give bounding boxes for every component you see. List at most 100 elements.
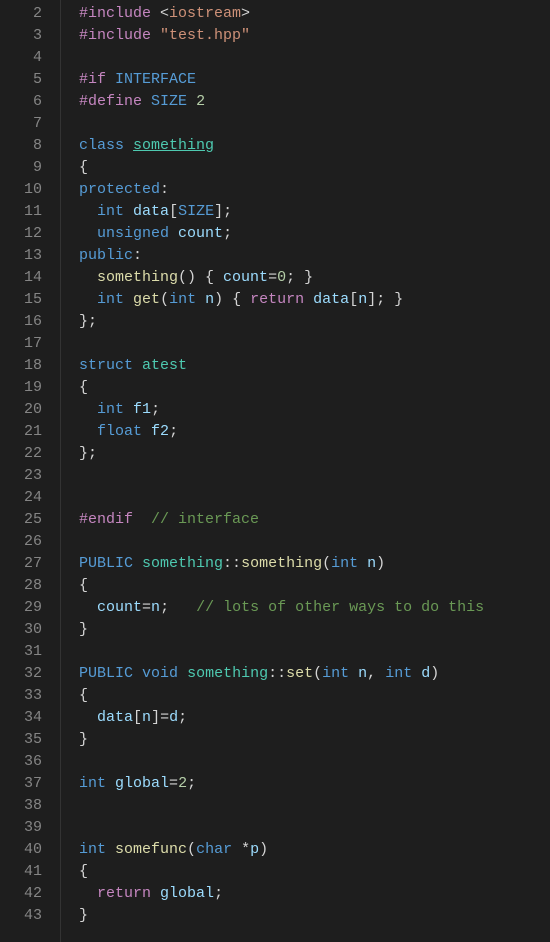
code-line[interactable]: unsigned count; [79, 223, 484, 245]
code-line[interactable] [79, 795, 484, 817]
code-line[interactable]: #endif // interface [79, 509, 484, 531]
code-line[interactable]: #if INTERFACE [79, 69, 484, 91]
code-line[interactable]: float f2; [79, 421, 484, 443]
token-punct: ( [187, 841, 196, 858]
token-punct [196, 291, 205, 308]
token-var: n [142, 709, 151, 726]
token-macro: SIZE [178, 203, 214, 220]
token-num: 2 [178, 775, 187, 792]
code-line[interactable]: int f1; [79, 399, 484, 421]
code-line[interactable]: } [79, 729, 484, 751]
token-punct: () { [178, 269, 223, 286]
token-var: f1 [133, 401, 151, 418]
code-line[interactable]: #define SIZE 2 [79, 91, 484, 113]
token-fn: something [241, 555, 322, 572]
token-kw: float [97, 423, 142, 440]
token-param: n [367, 555, 376, 572]
token-kwctrl: return [97, 885, 151, 902]
code-line[interactable]: { [79, 575, 484, 597]
code-line[interactable]: return global; [79, 883, 484, 905]
code-line[interactable]: protected: [79, 179, 484, 201]
code-line[interactable]: }; [79, 443, 484, 465]
token-punct: ; } [286, 269, 313, 286]
token-var: count [178, 225, 223, 242]
code-line[interactable] [79, 113, 484, 135]
line-number: 36 [0, 751, 42, 773]
token-punct: ( [322, 555, 331, 572]
token-param: p [250, 841, 259, 858]
code-line[interactable]: something() { count=0; } [79, 267, 484, 289]
line-number: 5 [0, 69, 42, 91]
code-line[interactable] [79, 333, 484, 355]
token-punct: } [79, 907, 88, 924]
line-number: 21 [0, 421, 42, 443]
line-number: 15 [0, 289, 42, 311]
code-line[interactable]: PUBLIC something::something(int n) [79, 553, 484, 575]
token-punct [358, 555, 367, 572]
code-editor[interactable]: 2345678910111213141516171819202122232425… [0, 0, 550, 942]
token-kw: int [97, 401, 124, 418]
code-area[interactable]: #include <iostream>#include "test.hpp" #… [61, 0, 484, 942]
code-line[interactable]: struct atest [79, 355, 484, 377]
line-number: 4 [0, 47, 42, 69]
token-type: something [133, 137, 214, 154]
token-pp: #include [79, 27, 151, 44]
token-punct [187, 93, 196, 110]
token-punct: } [79, 621, 88, 638]
code-line[interactable]: { [79, 861, 484, 883]
line-number: 29 [0, 597, 42, 619]
line-number: 39 [0, 817, 42, 839]
token-punct [106, 71, 115, 88]
token-cmt: // interface [151, 511, 259, 528]
token-punct [133, 665, 142, 682]
line-number: 41 [0, 861, 42, 883]
code-line[interactable]: { [79, 685, 484, 707]
token-punct: { [79, 863, 88, 880]
token-var: global [115, 775, 169, 792]
code-line[interactable]: count=n; // lots of other ways to do thi… [79, 597, 484, 619]
code-line[interactable] [79, 817, 484, 839]
code-line[interactable] [79, 465, 484, 487]
token-punct [142, 93, 151, 110]
line-number: 9 [0, 157, 42, 179]
token-punct: ) [376, 555, 385, 572]
token-punct [106, 841, 115, 858]
code-line[interactable] [79, 487, 484, 509]
token-punct [349, 665, 358, 682]
code-line[interactable]: int data[SIZE]; [79, 201, 484, 223]
code-line[interactable]: #include "test.hpp" [79, 25, 484, 47]
code-line[interactable]: int somefunc(char *p) [79, 839, 484, 861]
token-var: data [97, 709, 133, 726]
token-punct [79, 423, 97, 440]
line-number: 3 [0, 25, 42, 47]
token-punct: [ [349, 291, 358, 308]
token-punct [79, 203, 97, 220]
token-var: n [151, 599, 160, 616]
code-line[interactable]: PUBLIC void something::set(int n, int d) [79, 663, 484, 685]
code-line[interactable]: { [79, 377, 484, 399]
token-punct [124, 137, 133, 154]
token-type: something [187, 665, 268, 682]
code-line[interactable]: { [79, 157, 484, 179]
code-line[interactable] [79, 531, 484, 553]
token-kw: int [97, 291, 124, 308]
code-line[interactable] [79, 47, 484, 69]
token-punct: ]= [151, 709, 169, 726]
line-number: 20 [0, 399, 42, 421]
token-kwctrl: return [250, 291, 304, 308]
code-line[interactable]: class something [79, 135, 484, 157]
code-line[interactable]: public: [79, 245, 484, 267]
line-number: 26 [0, 531, 42, 553]
code-line[interactable] [79, 641, 484, 663]
token-pp: #include [79, 5, 151, 22]
token-punct: = [142, 599, 151, 616]
code-line[interactable]: data[n]=d; [79, 707, 484, 729]
code-line[interactable]: int global=2; [79, 773, 484, 795]
code-line[interactable]: }; [79, 311, 484, 333]
code-line[interactable]: int get(int n) { return data[n]; } [79, 289, 484, 311]
code-line[interactable]: #include <iostream> [79, 3, 484, 25]
code-line[interactable]: } [79, 619, 484, 641]
code-line[interactable] [79, 751, 484, 773]
code-line[interactable]: } [79, 905, 484, 927]
token-punct [124, 203, 133, 220]
